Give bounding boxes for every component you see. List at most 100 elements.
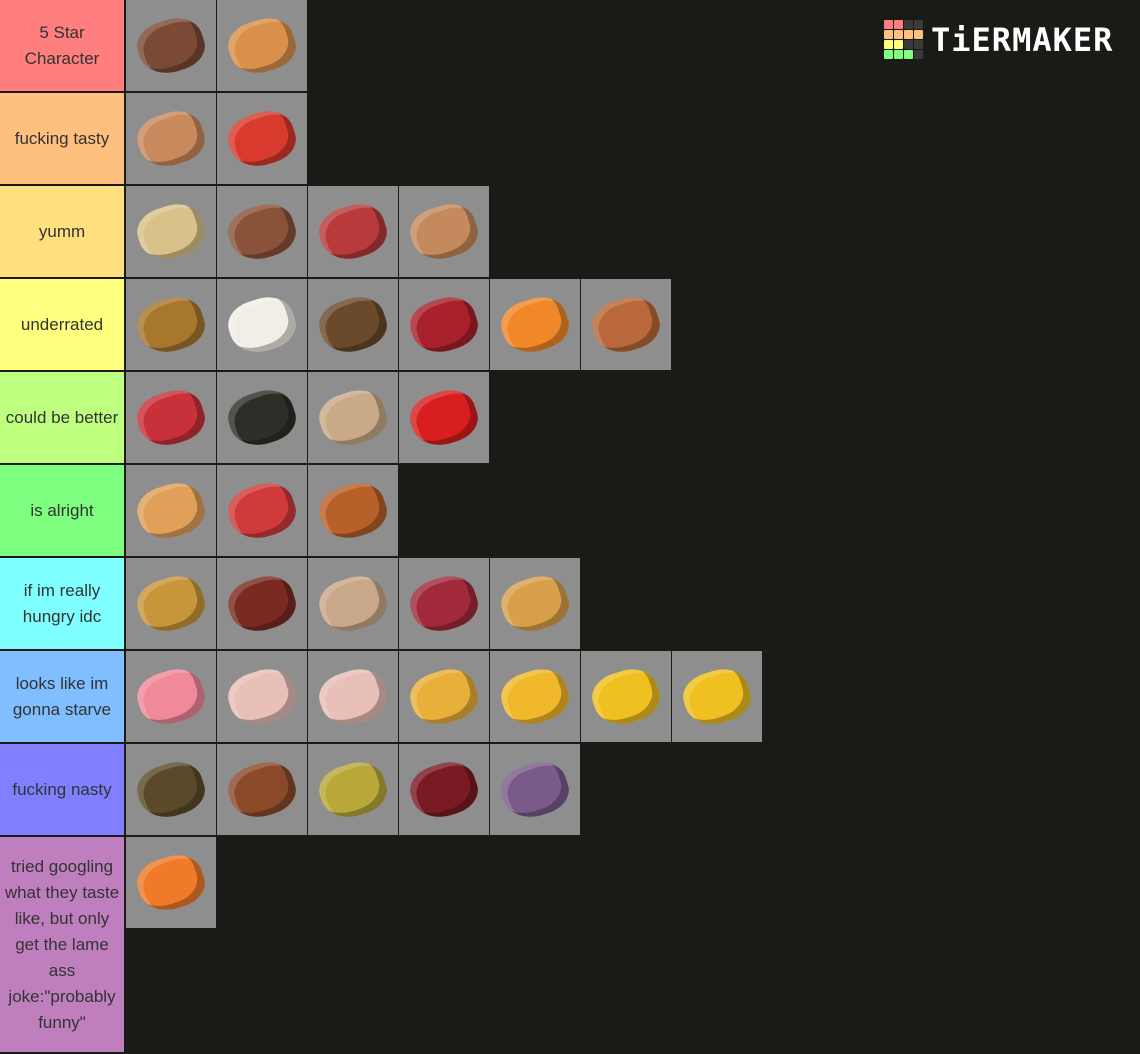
tier-item[interactable]	[490, 651, 580, 742]
cake-icon	[222, 289, 302, 360]
tier-label[interactable]: underrated	[0, 279, 124, 370]
tier-item[interactable]	[217, 465, 307, 556]
dried-kelp-icon	[222, 382, 302, 453]
tier-item[interactable]	[308, 558, 398, 649]
tier-label[interactable]: fucking nasty	[0, 744, 124, 835]
tier-item[interactable]	[308, 651, 398, 742]
potato-icon	[131, 568, 211, 639]
tier-items	[124, 0, 308, 91]
tier-items	[124, 651, 763, 742]
raw-salmon-icon	[313, 568, 393, 639]
tier-item[interactable]	[217, 93, 307, 184]
logo-cell	[914, 50, 923, 59]
logo-cell	[884, 50, 893, 59]
logo-cell	[884, 20, 893, 29]
tier-items	[124, 279, 672, 370]
logo-cell	[884, 30, 893, 39]
tier-items	[124, 93, 308, 184]
tier-item[interactable]	[399, 651, 489, 742]
tier-item[interactable]	[399, 372, 489, 463]
tier-item[interactable]	[217, 651, 307, 742]
tier-item[interactable]	[126, 744, 216, 835]
tier-item[interactable]	[126, 558, 216, 649]
tier-item[interactable]	[126, 186, 216, 277]
tier-label[interactable]: 5 Star Character	[0, 0, 124, 91]
tier-item[interactable]	[308, 186, 398, 277]
tier-item[interactable]	[308, 372, 398, 463]
logo-cell	[894, 50, 903, 59]
rotten-flesh-icon	[222, 754, 302, 825]
golden-apple-icon	[586, 661, 666, 732]
tier-item[interactable]	[126, 372, 216, 463]
tier-item[interactable]	[126, 837, 216, 928]
tier-item[interactable]	[490, 558, 580, 649]
beetroot-icon	[404, 568, 484, 639]
tier-item[interactable]	[126, 93, 216, 184]
melon-slice-icon	[222, 103, 302, 174]
sweet-berries-icon	[404, 289, 484, 360]
tier-item[interactable]	[217, 0, 307, 91]
tier-label[interactable]: tried googling what they taste like, but…	[0, 837, 124, 1052]
tier-item[interactable]	[217, 186, 307, 277]
chorus-fruit-icon	[495, 754, 575, 825]
tier-items	[124, 837, 217, 1052]
tier-row: could be better	[0, 372, 1140, 465]
raw-beef-icon	[131, 382, 211, 453]
raw-rabbit-icon	[222, 661, 302, 732]
tier-item[interactable]	[581, 651, 671, 742]
tier-items	[124, 186, 490, 277]
tier-row: if im really hungry idc	[0, 558, 1140, 651]
tier-label[interactable]: if im really hungry idc	[0, 558, 124, 649]
tier-item[interactable]	[490, 744, 580, 835]
tier-item[interactable]	[672, 651, 762, 742]
tier-item[interactable]	[308, 279, 398, 370]
tier-item[interactable]	[399, 744, 489, 835]
apple-icon	[404, 382, 484, 453]
golden-carrot-icon	[495, 661, 575, 732]
tier-item[interactable]	[126, 651, 216, 742]
suspicious-stew-icon	[131, 754, 211, 825]
tier-item[interactable]	[308, 744, 398, 835]
tier-item[interactable]	[399, 186, 489, 277]
logo-text: TiERMAKER	[931, 20, 1114, 59]
logo-cell	[904, 20, 913, 29]
tier-item[interactable]	[581, 279, 671, 370]
tier-row: looks like im gonna starve	[0, 651, 1140, 744]
tier-item[interactable]	[126, 279, 216, 370]
enchanted-golden-apple-icon	[677, 661, 757, 732]
tier-item[interactable]	[399, 558, 489, 649]
tier-item[interactable]	[308, 465, 398, 556]
tier-label[interactable]: looks like im gonna starve	[0, 651, 124, 742]
cooked-rabbit-icon	[404, 196, 484, 267]
cooked-mutton-icon	[222, 196, 302, 267]
logo-cell	[904, 30, 913, 39]
tier-item[interactable]	[126, 0, 216, 91]
cooked-chicken-icon	[131, 103, 211, 174]
logo-grid-icon	[884, 20, 923, 59]
logo-cell	[894, 30, 903, 39]
logo-cell	[914, 20, 923, 29]
tier-row: tried googling what they taste like, but…	[0, 837, 1140, 1054]
tier-item[interactable]	[490, 279, 580, 370]
tier-label[interactable]: yumm	[0, 186, 124, 277]
logo-cell	[904, 50, 913, 59]
tier-item[interactable]	[399, 279, 489, 370]
tier-item[interactable]	[126, 465, 216, 556]
raw-potato-icon	[495, 568, 575, 639]
tier-row: yumm	[0, 186, 1140, 279]
carrot-icon	[495, 289, 575, 360]
tier-item[interactable]	[217, 279, 307, 370]
mushroom-stew-icon	[313, 289, 393, 360]
spider-eye-icon	[404, 754, 484, 825]
tier-row: fucking nasty	[0, 744, 1140, 837]
baked-potato-icon	[131, 196, 211, 267]
tier-label[interactable]: could be better	[0, 372, 124, 463]
tier-item[interactable]	[217, 558, 307, 649]
tier-label[interactable]: fucking tasty	[0, 93, 124, 184]
tier-item[interactable]	[217, 744, 307, 835]
beetroot-soup-icon	[222, 568, 302, 639]
tier-items	[124, 465, 399, 556]
cooked-salmon-icon	[313, 196, 393, 267]
tier-label[interactable]: is alright	[0, 465, 124, 556]
tier-item[interactable]	[217, 372, 307, 463]
